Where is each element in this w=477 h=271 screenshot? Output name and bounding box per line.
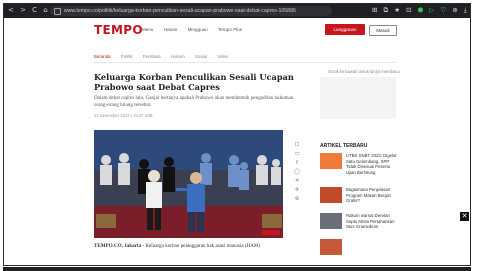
ad-placeholder bbox=[320, 77, 396, 119]
section-sosial[interactable]: Sosial bbox=[195, 54, 207, 59]
section-politik[interactable]: Politik bbox=[121, 54, 133, 59]
login-button[interactable]: Masuk bbox=[369, 25, 397, 36]
address-text: www.tempo.co/politik/keluarga-korban-pen… bbox=[64, 8, 296, 14]
taskbar-strip bbox=[3, 267, 471, 271]
toolbar-icons[interactable]: ⊞ ⧉ ★ ⊡ bbox=[372, 6, 414, 14]
telegram-icon[interactable]: ✈ bbox=[293, 186, 301, 195]
nav-harian[interactable]: Harian bbox=[164, 27, 178, 32]
section-hukum[interactable]: Hukum bbox=[171, 54, 185, 59]
article-thumbnail bbox=[320, 187, 342, 203]
section-nav: Beranda Politik Peristiwa Hukum Sosial V… bbox=[94, 54, 237, 59]
article-title: Keluarga Korban Penculikan Sesali Ucapan… bbox=[94, 72, 294, 92]
nav-mingguan[interactable]: Mingguan bbox=[188, 27, 208, 32]
article-photo bbox=[94, 130, 283, 238]
x-twitter-icon[interactable]: ✕ bbox=[293, 177, 301, 186]
article-thumbnail bbox=[320, 213, 342, 229]
site-logo[interactable]: TEMPO bbox=[94, 23, 143, 37]
extension-green-icons[interactable]: ⬢ ▷ bbox=[418, 6, 437, 14]
close-icon[interactable]: ✕ bbox=[460, 212, 469, 221]
article-date: 13 Desember 2023 | 15:47 WIB bbox=[94, 113, 153, 118]
article-link-text[interactable]: Bagaimana Penjelasan Program Makan Bergi… bbox=[346, 187, 400, 204]
lock-icon bbox=[54, 8, 61, 15]
dateline: TEMPO.CO, Jakarta bbox=[94, 243, 142, 249]
whatsapp-icon[interactable]: ◯ bbox=[293, 168, 301, 177]
article-link-text[interactable]: UTBK SNBT 2023: Digelar Satu Gelombang, … bbox=[346, 153, 400, 175]
comment-icon[interactable]: ▭ bbox=[293, 150, 301, 159]
section-video[interactable]: Video bbox=[217, 54, 228, 59]
article-link-text[interactable]: Rakum warnai Deretan Saptu Minta Pertaha… bbox=[346, 213, 400, 230]
bookmark-icon[interactable]: ☐ bbox=[293, 141, 301, 150]
browser-nav-icons[interactable]: < > C ⌂ bbox=[8, 6, 50, 14]
nav-tempo-plus[interactable]: Tempo Plus bbox=[218, 27, 242, 32]
article-thumbnail bbox=[320, 239, 342, 255]
subscribe-button[interactable]: Langganan bbox=[325, 24, 365, 35]
nav-menu[interactable]: Menu bbox=[142, 27, 154, 32]
browser-window: < > C ⌂ www.tempo.co/politik/keluarga-ko… bbox=[3, 3, 471, 266]
divider bbox=[94, 62, 396, 63]
latest-articles-heading: ARTIKEL TERBARU bbox=[320, 143, 368, 149]
section-peristiwa[interactable]: Peristiwa bbox=[143, 54, 161, 59]
section-beranda[interactable]: Beranda bbox=[94, 54, 111, 59]
article-thumbnail bbox=[320, 153, 342, 169]
article-lead: Dalam debat capres lalu, Ganjar bertanya… bbox=[94, 95, 294, 108]
address-bar[interactable]: www.tempo.co/politik/keluarga-korban-pen… bbox=[50, 6, 332, 16]
site-header bbox=[4, 18, 470, 53]
browser-toolbar: < > C ⌂ www.tempo.co/politik/keluarga-ko… bbox=[4, 4, 470, 18]
link-icon[interactable]: ⊛ bbox=[293, 195, 301, 204]
header-nav: Menu Harian Mingguan Tempo Plus bbox=[142, 27, 251, 32]
menu-icons[interactable]: ♡ ⊕ ⤓ ≡ bbox=[440, 6, 470, 14]
share-bar: ☐ ▭ f ◯ ✕ ✈ ⊛ bbox=[293, 141, 301, 204]
scroll-notice: Scroll ke bawah untuk lanjut membaca bbox=[328, 69, 400, 74]
article-body-text: - Keluarga korban pelanggaran hak asasi … bbox=[141, 243, 261, 249]
extension-icons[interactable]: ⊞ ⧉ ★ ⊡ ⬢ ▷ ♡ ⊕ ⤓ ≡ bbox=[372, 6, 470, 15]
facebook-icon[interactable]: f bbox=[293, 159, 301, 168]
article-body: TEMPO.CO, Jakarta - Keluarga korban pela… bbox=[94, 243, 294, 250]
debate-photo-illustration bbox=[94, 130, 283, 238]
